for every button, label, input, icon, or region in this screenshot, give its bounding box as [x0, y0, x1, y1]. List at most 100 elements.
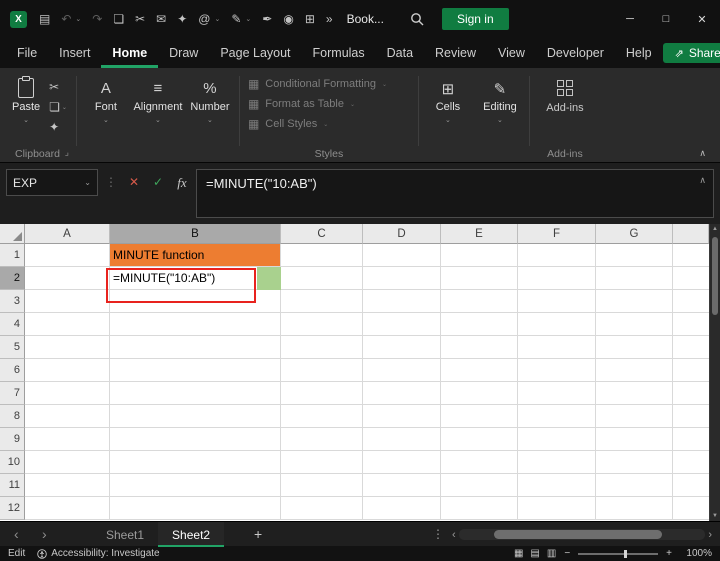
cell-F8[interactable] [518, 405, 596, 428]
column-header-E[interactable]: E [441, 224, 518, 244]
table-icon[interactable]: ⊞ [305, 13, 315, 25]
cell-D6[interactable] [363, 359, 441, 382]
cell-F6[interactable] [518, 359, 596, 382]
menu-tab-draw[interactable]: Draw [158, 38, 209, 68]
menu-tab-review[interactable]: Review [424, 38, 487, 68]
cell-E4[interactable] [441, 313, 518, 336]
chevron-down-icon[interactable]: ⌄ [103, 116, 109, 124]
cell-C7[interactable] [281, 382, 363, 405]
vertical-scroll-thumb[interactable] [712, 237, 718, 315]
menu-tab-help[interactable]: Help [615, 38, 663, 68]
page-layout-view-icon[interactable]: ▤ [530, 548, 539, 559]
chevron-down-icon[interactable]: ⌄ [62, 104, 67, 111]
cell-F9[interactable] [518, 428, 596, 451]
cell-F1[interactable] [518, 244, 596, 267]
row-header-8[interactable]: 8 [0, 405, 25, 428]
menu-tab-file[interactable]: File [6, 38, 48, 68]
copy-icon[interactable]: ❏ [113, 13, 124, 25]
column-header-D[interactable]: D [363, 224, 441, 244]
row-header-2[interactable]: 2 [0, 267, 25, 290]
cell-A2[interactable] [25, 267, 110, 290]
cell-B5[interactable] [110, 336, 281, 359]
cell-D1[interactable] [363, 244, 441, 267]
collapse-ribbon-icon[interactable]: ∧ [699, 148, 706, 159]
cut-icon[interactable]: ✂ [135, 13, 145, 25]
zoom-in-button[interactable]: + [666, 548, 672, 559]
undo-icon[interactable]: ↶ [61, 13, 71, 25]
cell-A9[interactable] [25, 428, 110, 451]
cell-F4[interactable] [518, 313, 596, 336]
cell-A12[interactable] [25, 497, 110, 520]
cell-G11[interactable] [596, 474, 673, 497]
cell-C1[interactable] [281, 244, 363, 267]
menu-tab-insert[interactable]: Insert [48, 38, 101, 68]
chevron-down-icon[interactable]: ⌄ [155, 116, 161, 124]
row-header-5[interactable]: 5 [0, 336, 25, 359]
cell-G5[interactable] [596, 336, 673, 359]
cell-B1[interactable]: MINUTE function [110, 244, 281, 267]
cell-C4[interactable] [281, 313, 363, 336]
cell-C11[interactable] [281, 474, 363, 497]
cell-D9[interactable] [363, 428, 441, 451]
dialog-launcher-icon[interactable]: ⌟ [65, 147, 69, 158]
cell-G10[interactable] [596, 451, 673, 474]
menu-tab-developer[interactable]: Developer [536, 38, 615, 68]
zoom-out-button[interactable]: − [564, 548, 570, 559]
app-menu-icon[interactable]: ▤ [39, 13, 50, 25]
sheet-tab-sheet2[interactable]: Sheet2 [158, 522, 225, 547]
row-header-11[interactable]: 11 [0, 474, 25, 497]
select-all-button[interactable] [0, 224, 25, 244]
cut-icon[interactable]: ✂ [49, 80, 59, 94]
scroll-right-icon[interactable]: › [708, 529, 712, 541]
cell-D12[interactable] [363, 497, 441, 520]
column-header-B[interactable]: B [110, 224, 281, 244]
cell-A10[interactable] [25, 451, 110, 474]
vertical-scrollbar[interactable]: ▲ ▼ [709, 224, 720, 521]
scroll-up-icon[interactable]: ▲ [710, 226, 720, 232]
chevron-down-icon[interactable]: ⌄ [23, 116, 29, 124]
minimize-button[interactable]: ─ [612, 0, 648, 38]
cell-F11[interactable] [518, 474, 596, 497]
column-header-A[interactable]: A [25, 224, 110, 244]
chevron-down-icon[interactable]: ⌄ [497, 116, 503, 124]
cell-E9[interactable] [441, 428, 518, 451]
column-header-G[interactable]: G [596, 224, 673, 244]
formula-input[interactable]: =MINUTE("10:AB") ∧ [196, 169, 714, 218]
name-box[interactable]: EXP ⌄ [6, 169, 98, 196]
cell-E7[interactable] [441, 382, 518, 405]
row-header-1[interactable]: 1 [0, 244, 25, 267]
enter-button[interactable]: ✓ [148, 169, 168, 196]
normal-view-icon[interactable]: ▦ [514, 548, 523, 559]
editing-button[interactable]: ✎ Editing ⌄ [474, 68, 526, 162]
maximize-button[interactable]: □ [648, 0, 684, 38]
cell-G12[interactable] [596, 497, 673, 520]
row-header-7[interactable]: 7 [0, 382, 25, 405]
cell-B10[interactable] [110, 451, 281, 474]
row-header-6[interactable]: 6 [0, 359, 25, 382]
cell-A11[interactable] [25, 474, 110, 497]
cells-button[interactable]: ⊞ Cells ⌄ [422, 68, 474, 162]
cell-G2[interactable] [596, 267, 673, 290]
menu-tab-page-layout[interactable]: Page Layout [209, 38, 301, 68]
cell-F3[interactable] [518, 290, 596, 313]
cell-G3[interactable] [596, 290, 673, 313]
cell-styles-button[interactable]: ▦ Cell Styles ⌄ [248, 117, 415, 131]
copy-icon[interactable]: ❏ [49, 100, 60, 114]
cell-A4[interactable] [25, 313, 110, 336]
cell-D2[interactable] [363, 267, 441, 290]
number-button[interactable]: % Number ⌄ [184, 68, 236, 162]
cell-C5[interactable] [281, 336, 363, 359]
row-header-9[interactable]: 9 [0, 428, 25, 451]
cell-E2[interactable] [441, 267, 518, 290]
cell-E3[interactable] [441, 290, 518, 313]
cell-G1[interactable] [596, 244, 673, 267]
new-sheet-button[interactable]: + [254, 522, 262, 547]
at-mention-icon[interactable]: @ [198, 13, 210, 25]
cell-A7[interactable] [25, 382, 110, 405]
column-header-C[interactable]: C [281, 224, 363, 244]
cell-D8[interactable] [363, 405, 441, 428]
cell-G9[interactable] [596, 428, 673, 451]
close-button[interactable]: ✕ [684, 0, 720, 38]
cell-C8[interactable] [281, 405, 363, 428]
cell-E10[interactable] [441, 451, 518, 474]
